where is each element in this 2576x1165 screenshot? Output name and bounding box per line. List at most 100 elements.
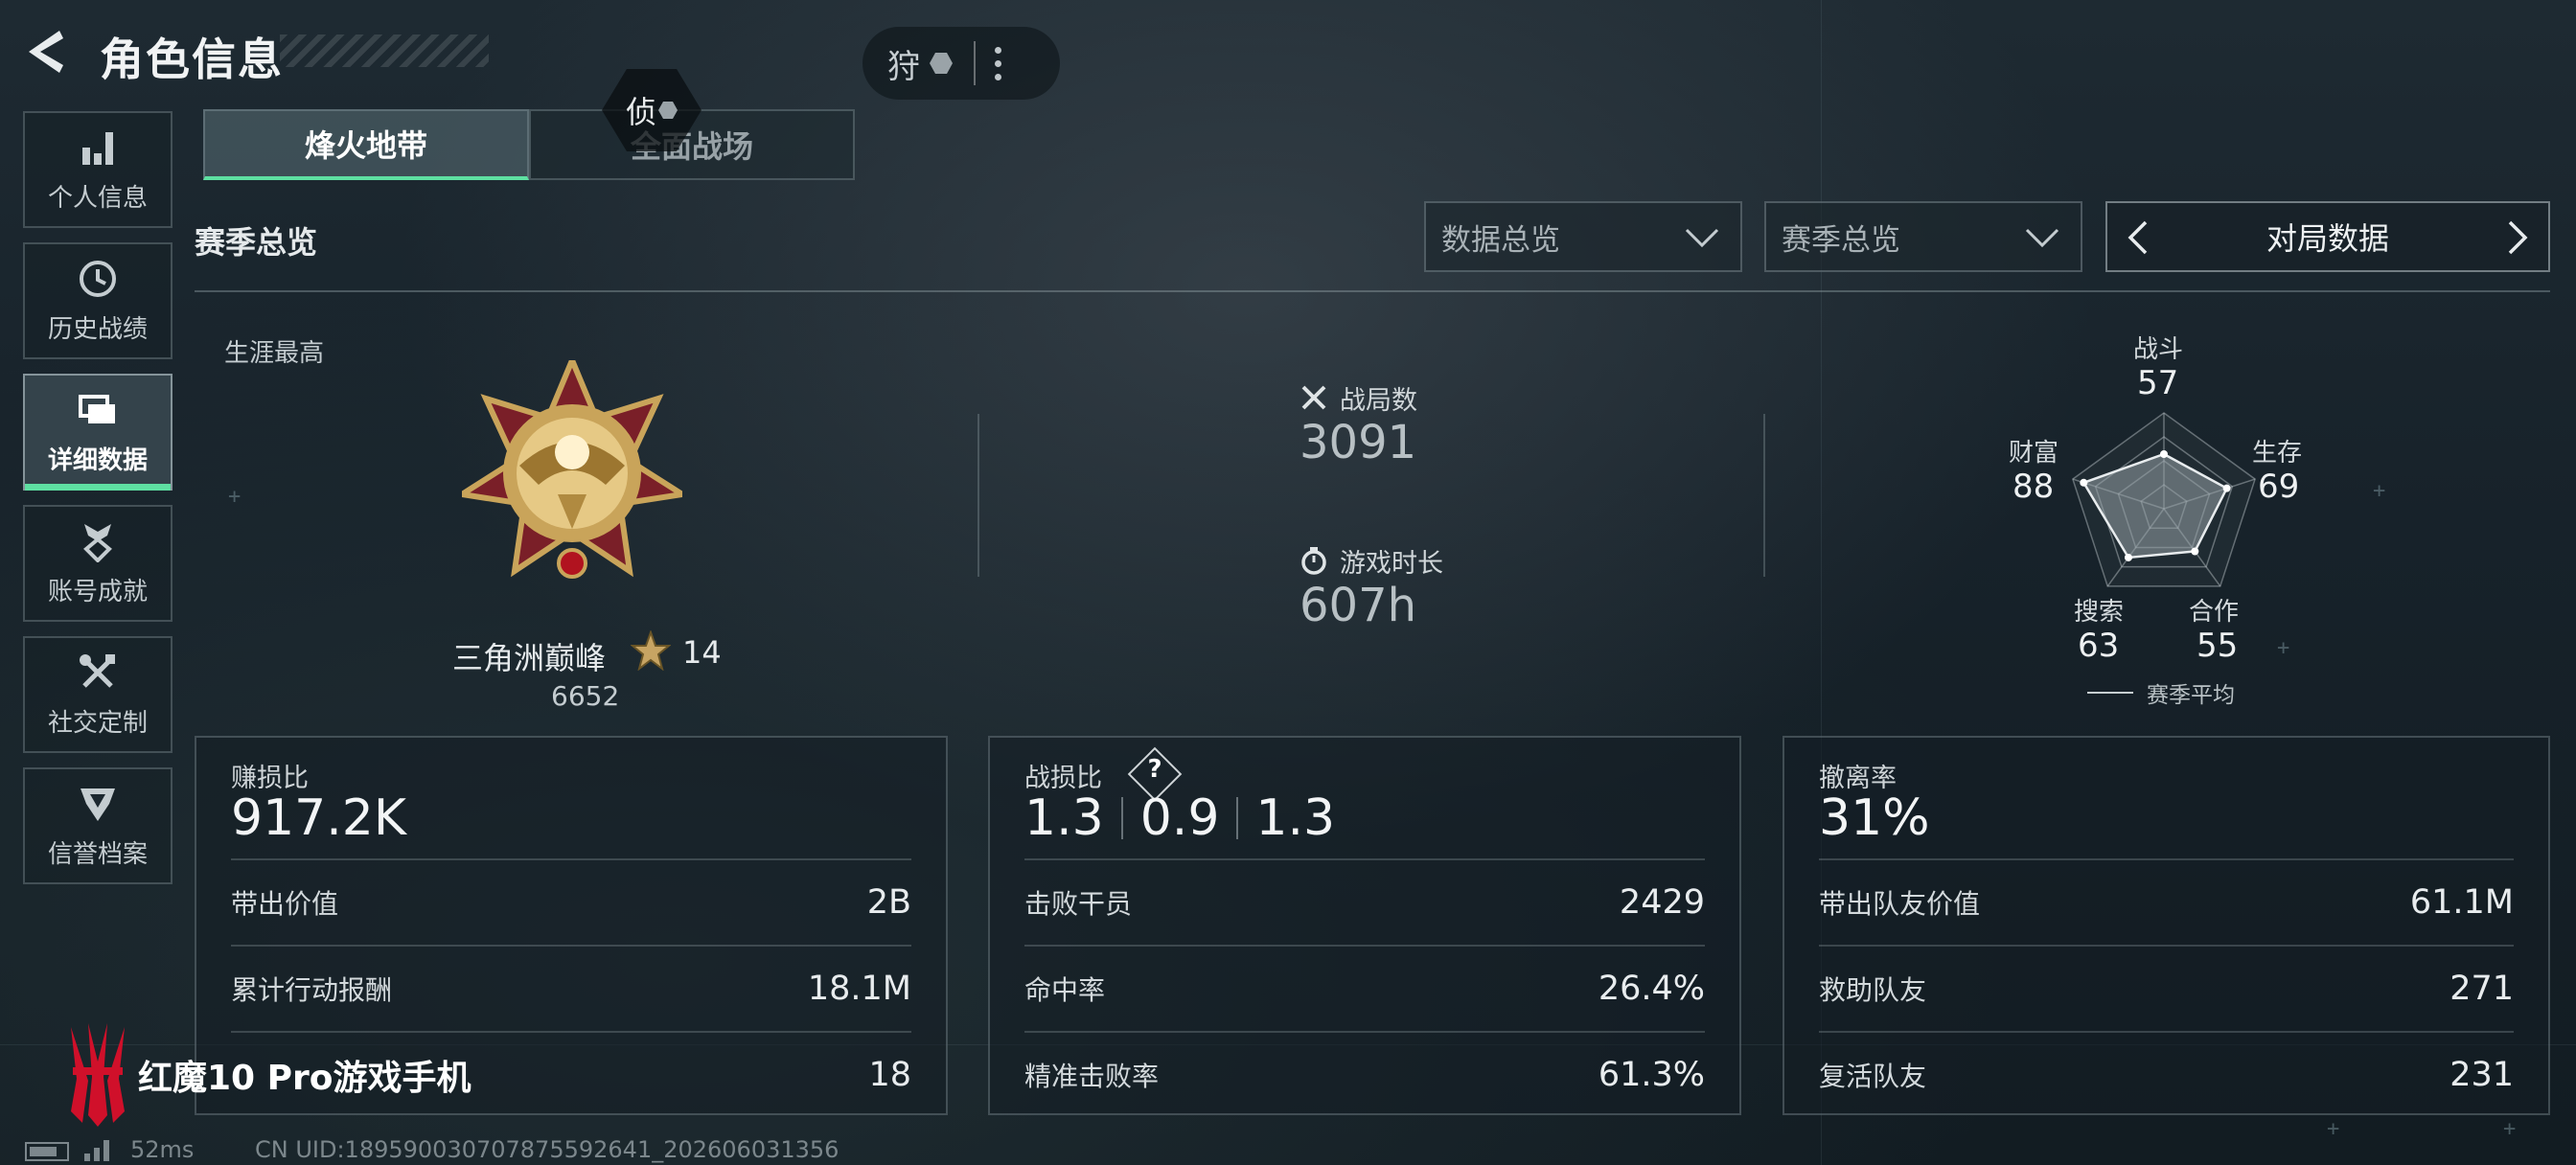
stat-row: 命中率 26.4% (1024, 945, 1705, 1031)
battery-icon (25, 1142, 69, 1161)
stat-row-label: 复活队友 (1819, 1061, 1927, 1092)
stat-row-value: 61.3% (1598, 1056, 1705, 1094)
stat-row-value: 18 (868, 1056, 911, 1094)
radar-value-wealth: 88 (2012, 468, 2055, 506)
tools-icon (80, 653, 115, 688)
floating-badge-text: 侦 (625, 94, 656, 130)
kd-ratio-card: 战损比 ? 1.3 0.9 1.3 击败干员 2429 命中率 26.4% 精准… (988, 736, 1741, 1115)
sidebar-item-personal-info[interactable]: 个人信息 (23, 111, 172, 228)
sidebar-item-detailed-data[interactable]: 详细数据 (23, 374, 172, 491)
hud-cross: + (2503, 1117, 2517, 1141)
radar-value-search: 63 (2078, 627, 2120, 665)
card-main-value: 31% (1819, 789, 1930, 847)
card-main-value: 917.2K (231, 789, 406, 847)
bar-chart-icon (82, 131, 113, 165)
stat-row: 累计行动报酬 18.1M (231, 945, 911, 1031)
hud-cross: + (228, 485, 242, 509)
title-decoration (280, 34, 489, 67)
help-mark: ? (1147, 755, 1162, 784)
playtime-value: 607h (1300, 579, 1417, 632)
season-overview-dropdown[interactable]: 赛季总览 (1764, 201, 2082, 272)
stat-row: 救助队友 271 (1819, 945, 2514, 1031)
stat-row: 带出价值 2B (231, 858, 911, 945)
chevron-down-icon (2025, 228, 2059, 248)
kd-value: 1.3 (1024, 789, 1104, 847)
stat-row: 带出队友价值 61.1M (1819, 858, 2514, 945)
rank-score: 6652 (551, 680, 620, 712)
top-pill[interactable]: 狩 (862, 27, 1060, 100)
chevron-left-icon[interactable] (2121, 218, 2155, 257)
hexagon-icon (930, 53, 953, 74)
watermark-text: 红魔10 Pro游戏手机 (138, 1059, 472, 1098)
column-divider (978, 414, 979, 577)
sidebar-item-history[interactable]: 历史战绩 (23, 242, 172, 359)
history-clock-icon (80, 260, 116, 297)
column-divider (1763, 414, 1765, 577)
sidebar-item-label: 详细数据 (47, 445, 148, 475)
sidebar-item-reputation[interactable]: 信誉档案 (23, 767, 172, 884)
pill-text: 狩 (887, 47, 920, 86)
value-separator (1120, 797, 1123, 839)
hexagon-icon (658, 102, 678, 119)
stat-row-value: 2B (866, 883, 911, 922)
hud-cross: + (2373, 479, 2386, 503)
stat-row-label: 带出队友价值 (1819, 888, 1981, 920)
more-options-icon[interactable] (995, 46, 1001, 80)
radar-label-wealth: 财富 (2009, 439, 2059, 468)
section-divider (195, 290, 2550, 292)
stat-row-value: 61.1M (2409, 883, 2514, 922)
chevron-right-icon[interactable] (2500, 218, 2535, 257)
data-overview-dropdown[interactable]: 数据总览 (1424, 201, 1742, 272)
stat-row-label: 累计行动报酬 (231, 974, 393, 1006)
value-separator (1236, 797, 1239, 839)
stat-row-value: 26.4% (1598, 970, 1705, 1008)
dropdown-value: 数据总览 (1441, 222, 1560, 258)
rank-stars-count: 14 (682, 634, 722, 671)
radar-point (2124, 553, 2132, 561)
matches-value: 3091 (1300, 416, 1417, 469)
sidebar-item-label: 历史战绩 (47, 314, 148, 344)
sidebar-item-achievements[interactable]: 账号成就 (23, 505, 172, 622)
tab-hazard-zone[interactable]: 烽火地带 (203, 109, 529, 180)
player-uid: CN UID:18959003070787559264​1_2026060313… (255, 1136, 840, 1163)
stopwatch-icon (1301, 547, 1326, 575)
stat-row: 复活队友 231 (1819, 1031, 2514, 1117)
legend-line (2087, 692, 2133, 694)
sidebar-item-label: 社交定制 (47, 708, 148, 738)
back-arrow-icon[interactable] (21, 27, 69, 77)
page-title: 角色信息 (100, 34, 284, 85)
radar-value-combat: 57 (2137, 364, 2179, 402)
stat-row-value: 231 (2450, 1056, 2514, 1094)
crossed-swords-icon (1301, 385, 1326, 410)
achievement-icon (83, 523, 112, 562)
kd-value: 0.9 (1139, 789, 1220, 847)
kd-value: 1.3 (1255, 789, 1336, 847)
star-icon (631, 630, 671, 671)
radar-label-combat: 战斗 (2133, 335, 2184, 364)
stat-row-value: 271 (2450, 970, 2514, 1008)
stat-row: 击败干员 2429 (1024, 858, 1705, 945)
stat-row-label: 带出价值 (231, 888, 339, 920)
hud-cross: + (2327, 1117, 2340, 1141)
stat-row-label: 救助队友 (1819, 974, 1927, 1006)
stat-row-label: 精准击败率 (1024, 1061, 1160, 1092)
folder-icon (79, 394, 115, 423)
matches-label: 战局数 (1340, 386, 1417, 416)
radar-label-search: 搜索 (2074, 598, 2125, 627)
match-data-switcher: 对局数据 (2105, 201, 2550, 272)
signal-icon (84, 1140, 109, 1161)
sidebar: 个人信息 历史战绩 详细数据 账号成就 社交定制 信誉档案 (23, 111, 172, 899)
redmagic-logo-icon (71, 1023, 125, 1127)
sidebar-item-label: 个人信息 (47, 183, 148, 213)
stat-row-label: 击败干员 (1024, 888, 1133, 920)
dropdown-value: 赛季总览 (1782, 222, 1900, 258)
sidebar-item-label: 账号成就 (47, 577, 148, 606)
radar-point (2222, 484, 2231, 492)
stat-row-value: 2429 (1619, 883, 1705, 922)
stat-row: 精准击败率 61.3% (1024, 1031, 1705, 1117)
chevron-down-icon (1685, 228, 1719, 248)
rank-medal-icon (462, 360, 682, 579)
switcher-label: 对局数据 (2266, 220, 2389, 257)
sidebar-item-social[interactable]: 社交定制 (23, 636, 172, 753)
radar-legend-label: 赛季平均 (2147, 683, 2235, 708)
